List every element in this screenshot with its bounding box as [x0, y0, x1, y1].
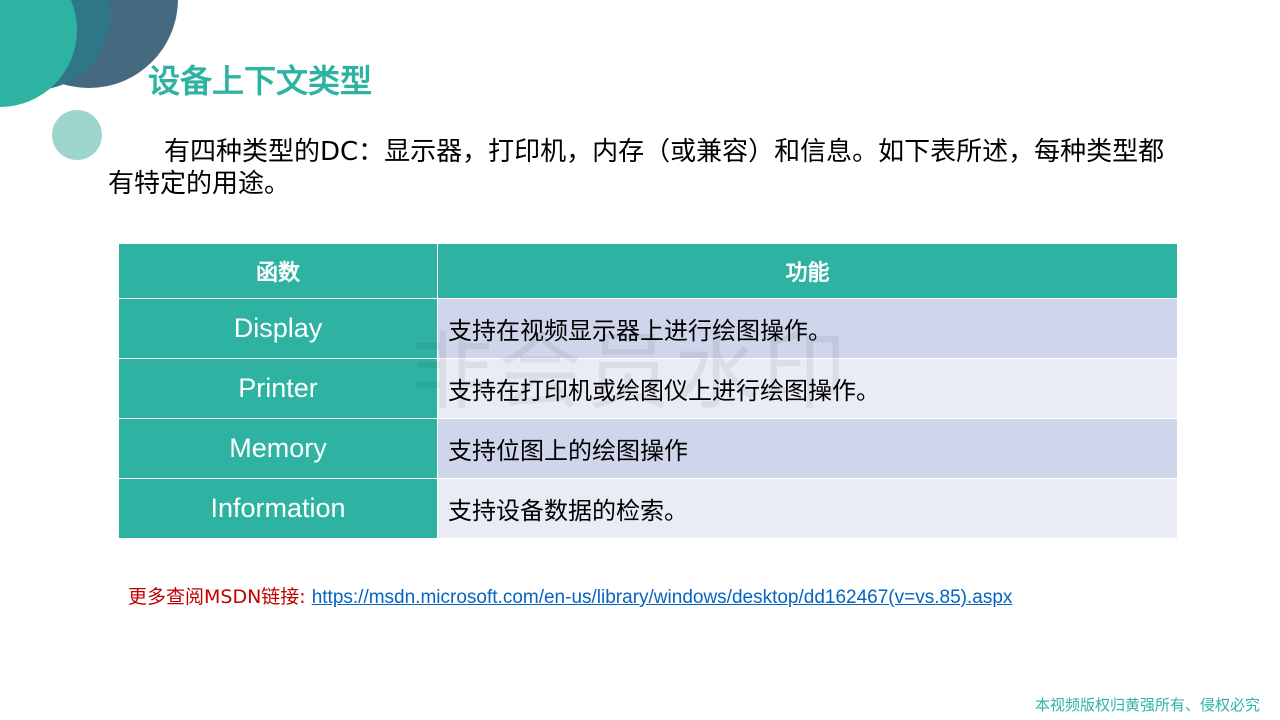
cell-desc: 支持在打印机或绘图仪上进行绘图操作。	[437, 358, 1178, 419]
table-row: Memory 支持位图上的绘图操作	[118, 418, 1178, 479]
decor-circle-teal	[0, 0, 77, 107]
intro-paragraph: 有四种类型的DC：显示器，打印机，内存（或兼容）和信息。如下表所述，每种类型都有…	[108, 137, 1165, 199]
header-feature: 功能	[437, 243, 1178, 299]
more-label: 更多查阅MSDN链接:	[128, 586, 306, 608]
dc-types-table: 函数 功能 Display 支持在视频显示器上进行绘图操作。 Printer 支持在…	[118, 243, 1178, 539]
table-row: Printer 支持在打印机或绘图仪上进行绘图操作。	[118, 358, 1178, 419]
msdn-link[interactable]: https://msdn.microsoft.com/en-us/library…	[312, 587, 1013, 608]
header-function: 函数	[118, 243, 438, 299]
table-row: Information 支持设备数据的检索。	[118, 478, 1178, 539]
cell-desc: 支持在视频显示器上进行绘图操作。	[437, 298, 1178, 359]
table-row: Display 支持在视频显示器上进行绘图操作。	[118, 298, 1178, 359]
cell-fn: Printer	[118, 358, 438, 419]
table-header: 函数 功能	[118, 243, 1178, 299]
cell-fn: Display	[118, 298, 438, 359]
cell-fn: Information	[118, 478, 438, 539]
copyright-notice: 本视频版权归黄强所有、侵权必究	[1034, 696, 1260, 714]
cell-desc: 支持位图上的绘图操作	[437, 418, 1178, 479]
decor-circle-light	[52, 110, 102, 160]
cell-desc: 支持设备数据的检索。	[437, 478, 1178, 539]
cell-fn: Memory	[118, 418, 438, 479]
more-info: 更多查阅MSDN链接: https://msdn.microsoft.com/en…	[128, 582, 1188, 609]
slide-title: 设备上下文类型	[148, 62, 373, 100]
